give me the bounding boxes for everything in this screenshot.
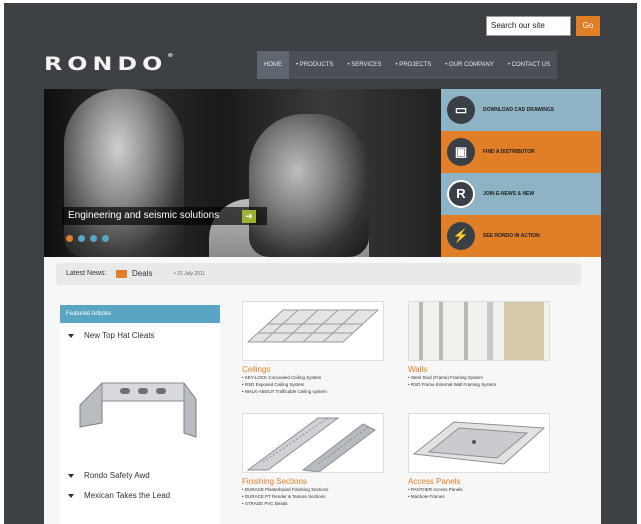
- website-page: Search our site Go RONDO® HOME • PRODUCT…: [4, 3, 637, 524]
- product-line[interactable]: • PANTHER Access Panels: [408, 486, 553, 493]
- product-line[interactable]: • RSD Exposed Ceiling System: [242, 381, 387, 388]
- product-line[interactable]: • RSD Frame External Wall Framing System: [408, 381, 553, 388]
- featured-item[interactable]: Rondo Safety Awd: [68, 471, 150, 480]
- carousel-dot-2[interactable]: [78, 235, 85, 242]
- registered-icon: R: [447, 180, 475, 208]
- carousel-dot-1[interactable]: [66, 235, 73, 242]
- banner-caption: Engineering and seismic solutions: [62, 207, 267, 225]
- bullet-icon: [68, 473, 74, 478]
- banner-photo-person-left: [64, 89, 184, 257]
- access-panels-image: [408, 413, 550, 473]
- carousel-dot-3[interactable]: [90, 235, 97, 242]
- featured-item-label: Mexican Takes the Lead: [84, 491, 171, 500]
- panel-see-in-action[interactable]: ⚡ SEE RONDO IN ACTION: [441, 215, 601, 257]
- latest-news-bar: Latest News: Deals • 21 July 2011: [56, 263, 581, 285]
- main-nav: HOME • PRODUCTS • SERVICES • PROJECTS • …: [257, 51, 558, 79]
- panel-label: JOIN E-NEWS & NEW: [483, 191, 535, 197]
- news-date: • 21 July 2011: [174, 271, 206, 277]
- panel-find-distributor[interactable]: ▣ FIND A DISTRIBUTOR: [441, 131, 601, 173]
- featured-item-label: Rondo Safety Awd: [84, 471, 150, 480]
- wall-frame-graphic: [409, 302, 549, 360]
- logo-text: RONDO: [44, 53, 168, 75]
- nav-our-company[interactable]: • OUR COMPANY: [438, 51, 501, 79]
- rondo-logo[interactable]: RONDO®: [44, 53, 174, 75]
- news-icon: [116, 270, 127, 278]
- nav-projects[interactable]: • PROJECTS: [388, 51, 438, 79]
- product-walls[interactable]: Walls • Steel Stud (Frame) Framing Syste…: [408, 301, 553, 388]
- carousel-dots: [66, 235, 109, 242]
- main-content: Latest News: Deals • 21 July 2011 Featur…: [44, 257, 601, 524]
- bullet-icon: [68, 493, 74, 498]
- featured-header: Featured Articles: [60, 305, 220, 323]
- walls-image: [408, 301, 550, 361]
- product-line[interactable]: • WALK-ABOUT Trafficable Ceiling system: [242, 388, 387, 395]
- nav-services[interactable]: • SERVICES: [340, 51, 388, 79]
- bullet-icon: [68, 333, 74, 338]
- product-line[interactable]: • Steel Stud (Frame) Framing System: [408, 374, 553, 381]
- top-hat-cleat-image: [79, 382, 197, 438]
- panel-join-enews[interactable]: R JOIN E-NEWS & NEW: [441, 173, 601, 215]
- access-panel-graphic: [412, 421, 546, 465]
- featured-item[interactable]: New Top Hat Cleats: [68, 331, 155, 340]
- product-access-panels[interactable]: Access Panels • PANTHER Access Panels • …: [408, 413, 553, 500]
- news-link[interactable]: Deals: [132, 263, 152, 285]
- nav-products[interactable]: • PRODUCTS: [289, 51, 340, 79]
- featured-item[interactable]: Mexican Takes the Lead: [68, 491, 170, 500]
- product-line[interactable]: • KEY-LOCK Concealed Ceiling System: [242, 374, 387, 381]
- product-title[interactable]: Access Panels: [408, 477, 553, 486]
- panel-label: FIND A DISTRIBUTOR: [483, 149, 535, 155]
- cad-icon: ▭: [447, 96, 475, 124]
- product-title[interactable]: Ceilings: [242, 365, 387, 374]
- product-title[interactable]: Walls: [408, 365, 553, 374]
- product-ceilings[interactable]: Ceilings • KEY-LOCK Concealed Ceiling Sy…: [242, 301, 387, 395]
- banner-arrow-icon[interactable]: ➔: [242, 210, 256, 223]
- finishing-sections-image: [242, 413, 384, 473]
- product-title[interactable]: Finishing Sections: [242, 477, 387, 486]
- product-line[interactable]: • STRADE PVC Beads: [242, 500, 387, 507]
- ceilings-image: [242, 301, 384, 361]
- product-line[interactable]: • Manhole Frames: [408, 493, 553, 500]
- finishing-bead-graphic: [246, 417, 376, 472]
- product-line[interactable]: • DURACE Plasterboard Finishing Sections: [242, 486, 387, 493]
- banner-photo-person-right: [249, 114, 369, 257]
- trademark-icon: ®: [167, 53, 174, 59]
- screenshot-frame: Search our site Go RONDO® HOME • PRODUCT…: [0, 0, 641, 524]
- hero-banner[interactable]: Engineering and seismic solutions ➔: [44, 89, 441, 257]
- search-input[interactable]: Search our site: [486, 16, 571, 36]
- featured-articles: Featured Articles New Top Hat Cleats Ron…: [60, 305, 220, 524]
- panel-download-cad[interactable]: ▭ DOWNLOAD CAD DRAWINGS: [441, 89, 601, 131]
- product-finishing-sections[interactable]: Finishing Sections • DURACE Plasterboard…: [242, 413, 387, 507]
- news-label: Latest News:: [66, 270, 107, 277]
- carousel-dot-4[interactable]: [102, 235, 109, 242]
- panel-label: DOWNLOAD CAD DRAWINGS: [483, 107, 555, 113]
- quick-links: ▭ DOWNLOAD CAD DRAWINGS ▣ FIND A DISTRIB…: [441, 89, 601, 257]
- lightning-icon: ⚡: [447, 222, 475, 250]
- panel-label: SEE RONDO IN ACTION: [483, 233, 540, 239]
- ceiling-grid-graphic: [246, 309, 380, 343]
- search-go-button[interactable]: Go: [576, 16, 600, 36]
- truck-icon: ▣: [447, 138, 475, 166]
- featured-item-label: New Top Hat Cleats: [84, 331, 155, 340]
- product-line[interactable]: • DURACE PT Render & Texture Sections: [242, 493, 387, 500]
- nav-home[interactable]: HOME: [257, 51, 289, 79]
- nav-contact-us[interactable]: • CONTACT US: [501, 51, 557, 79]
